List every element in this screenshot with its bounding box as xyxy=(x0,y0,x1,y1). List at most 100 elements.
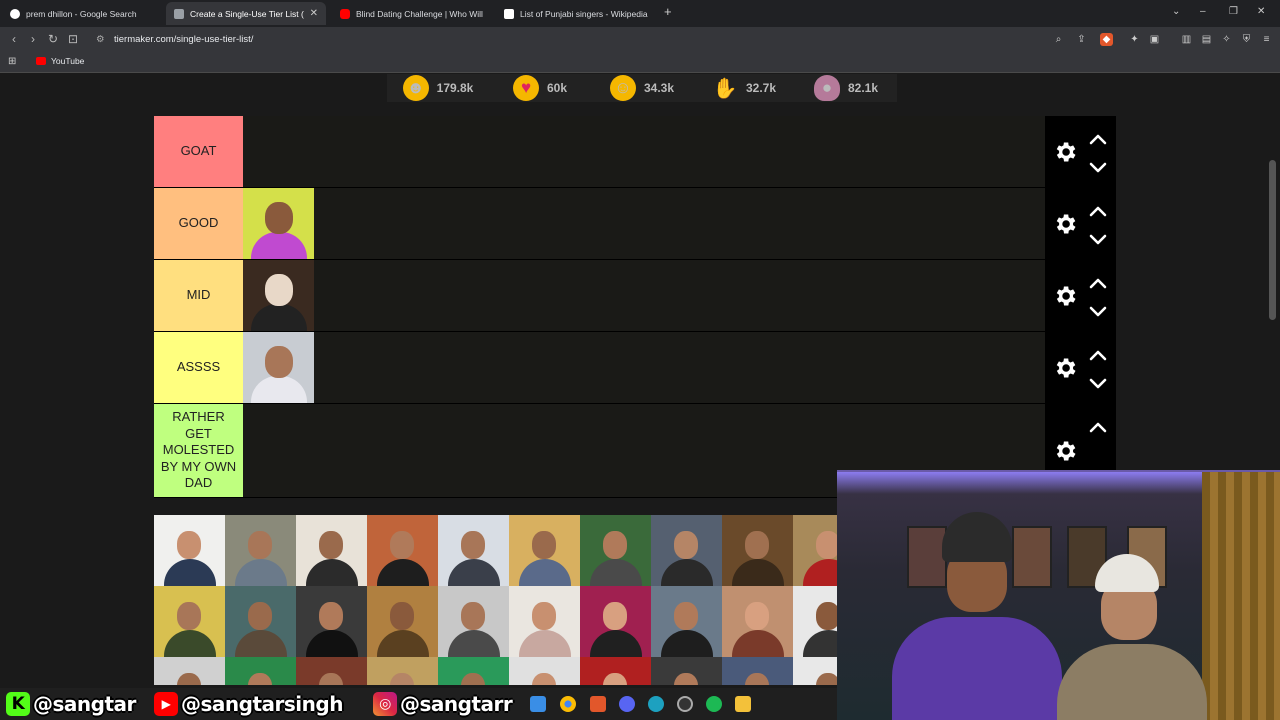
tier-item-image[interactable] xyxy=(243,260,314,331)
pool-item-image[interactable] xyxy=(296,515,367,586)
pool-item-image[interactable] xyxy=(225,515,296,586)
chevron-up-icon[interactable] xyxy=(1089,132,1107,145)
tier-drop-zone[interactable] xyxy=(243,332,1045,403)
pool-item-image[interactable] xyxy=(367,515,438,586)
tab-title: prem dhillon - Google Search xyxy=(26,8,137,19)
tier-drop-zone[interactable] xyxy=(243,188,1045,259)
chevron-up-icon[interactable] xyxy=(1089,276,1107,289)
tier-label[interactable]: MID xyxy=(154,260,243,331)
minimize-icon[interactable]: – xyxy=(1200,6,1206,17)
page-scrollbar[interactable] xyxy=(1269,160,1276,320)
windows-start-icon[interactable] xyxy=(530,696,546,712)
pool-item-image[interactable] xyxy=(580,586,651,657)
pool-item-image[interactable] xyxy=(793,657,837,685)
pool-item-image[interactable] xyxy=(225,657,296,685)
pool-item-image[interactable] xyxy=(651,515,722,586)
gear-icon[interactable] xyxy=(1052,355,1078,381)
pool-item-image[interactable] xyxy=(509,586,580,657)
reload-icon[interactable]: ↻ xyxy=(46,32,60,46)
spotify-icon[interactable] xyxy=(706,696,722,712)
pool-item-image[interactable] xyxy=(367,657,438,685)
pool-item-image[interactable] xyxy=(580,657,651,685)
new-tab-icon[interactable]: + xyxy=(664,4,672,19)
extensions-icon[interactable]: ✦ xyxy=(1128,33,1141,46)
pool-item-image[interactable] xyxy=(722,657,793,685)
gear-icon[interactable] xyxy=(1052,283,1078,309)
address-bar[interactable]: ⚙ tiermaker.com/single-use-tier-list/ xyxy=(92,30,1172,50)
tier-drop-zone[interactable] xyxy=(243,260,1045,331)
back-icon[interactable]: ‹ xyxy=(7,32,21,46)
tier-item-image[interactable] xyxy=(243,332,314,403)
reaction-grinning[interactable]: ☻ 179.8k xyxy=(387,74,489,102)
pool-item-image[interactable] xyxy=(367,586,438,657)
chevron-up-icon[interactable] xyxy=(1089,204,1107,217)
chevron-down-icon[interactable] xyxy=(1089,305,1107,317)
brave-shields-icon[interactable]: ◆ xyxy=(1100,33,1113,46)
menu-icon[interactable]: ≡ xyxy=(1260,33,1273,46)
gear-icon[interactable] xyxy=(1052,438,1078,464)
forward-icon[interactable]: › xyxy=(26,32,40,46)
brave-icon[interactable] xyxy=(590,696,606,712)
leo-ai-icon[interactable]: ✧ xyxy=(1220,33,1233,46)
tier-label[interactable]: GOOD xyxy=(154,188,243,259)
gear-icon[interactable] xyxy=(1052,211,1078,237)
apps-icon[interactable]: ⊞ xyxy=(8,56,16,67)
vpn-icon[interactable]: ⛨ xyxy=(1240,33,1253,46)
wallet-icon[interactable]: ▤ xyxy=(1200,33,1213,46)
chevron-down-icon[interactable] xyxy=(1089,377,1107,389)
tier-drop-zone[interactable] xyxy=(243,116,1045,187)
chevron-up-icon[interactable] xyxy=(1089,420,1107,433)
media-icon[interactable]: ▣ xyxy=(1148,33,1161,46)
bookmark-page-icon[interactable]: ⊡ xyxy=(66,32,80,46)
pool-item-image[interactable] xyxy=(580,515,651,586)
tier-item-image[interactable] xyxy=(243,188,314,259)
pool-item-image[interactable] xyxy=(793,586,837,657)
taskbar: K @sangtar ▶ @sangtarsingh ◎ @sangtarr xyxy=(0,688,837,720)
close-tab-icon[interactable]: ✕ xyxy=(310,8,318,19)
pool-item-image[interactable] xyxy=(438,586,509,657)
tab-tiermaker[interactable]: Create a Single-Use Tier List (Pri ✕ xyxy=(166,2,326,25)
obs-icon[interactable] xyxy=(677,696,693,712)
close-window-icon[interactable]: ✕ xyxy=(1257,6,1265,17)
discord-icon[interactable] xyxy=(619,696,635,712)
reaction-heart-eyes[interactable]: ♥ 60k xyxy=(489,74,591,102)
zoom-icon[interactable]: ⌕ xyxy=(1052,33,1065,46)
chevron-down-icon[interactable] xyxy=(1089,233,1107,245)
tab-wikipedia[interactable]: List of Punjabi singers - Wikipedia xyxy=(496,2,656,25)
pool-item-image[interactable] xyxy=(296,586,367,657)
pool-item-image[interactable] xyxy=(722,586,793,657)
tier-label[interactable]: GOAT xyxy=(154,116,243,187)
pool-item-image[interactable] xyxy=(154,586,225,657)
site-info-icon[interactable]: ⚙ xyxy=(96,30,105,50)
pool-item-image[interactable] xyxy=(438,657,509,685)
restore-icon[interactable]: ❐ xyxy=(1229,6,1238,17)
pool-item-image[interactable] xyxy=(154,515,225,586)
pool-item-image[interactable] xyxy=(225,586,296,657)
pool-item-image[interactable] xyxy=(296,657,367,685)
reaction-poop[interactable]: ● 82.1k xyxy=(795,74,897,102)
file-explorer-icon[interactable] xyxy=(735,696,751,712)
chevron-up-icon[interactable] xyxy=(1089,348,1107,361)
chevron-down-icon[interactable] xyxy=(1089,161,1107,173)
edge-icon[interactable] xyxy=(648,696,664,712)
reaction-laughing[interactable]: ☺ 34.3k xyxy=(591,74,693,102)
tab-google-search[interactable]: prem dhillon - Google Search xyxy=(2,2,162,25)
tier-label[interactable]: ASSSS xyxy=(154,332,243,403)
pool-item-image[interactable] xyxy=(509,515,580,586)
pool-item-image[interactable] xyxy=(438,515,509,586)
tab-search-icon[interactable]: ⌄ xyxy=(1172,6,1180,17)
pool-item-image[interactable] xyxy=(722,515,793,586)
share-icon[interactable]: ⇪ xyxy=(1075,33,1088,46)
bookmark-youtube[interactable]: YouTube xyxy=(36,56,84,66)
chrome-icon[interactable] xyxy=(560,696,576,712)
pool-item-image[interactable] xyxy=(651,657,722,685)
pool-item-image[interactable] xyxy=(793,515,837,586)
pool-item-image[interactable] xyxy=(509,657,580,685)
tab-youtube-video[interactable]: Blind Dating Challenge | Who Will Ki xyxy=(332,2,492,25)
gear-icon[interactable] xyxy=(1052,139,1078,165)
tier-label[interactable]: RATHER GET MOLESTED BY MY OWN DAD xyxy=(154,404,243,497)
pool-item-image[interactable] xyxy=(154,657,225,685)
reaction-raised-hands[interactable]: ✋ 32.7k xyxy=(693,74,795,102)
pool-item-image[interactable] xyxy=(651,586,722,657)
sidebar-icon[interactable]: ▥ xyxy=(1180,33,1193,46)
